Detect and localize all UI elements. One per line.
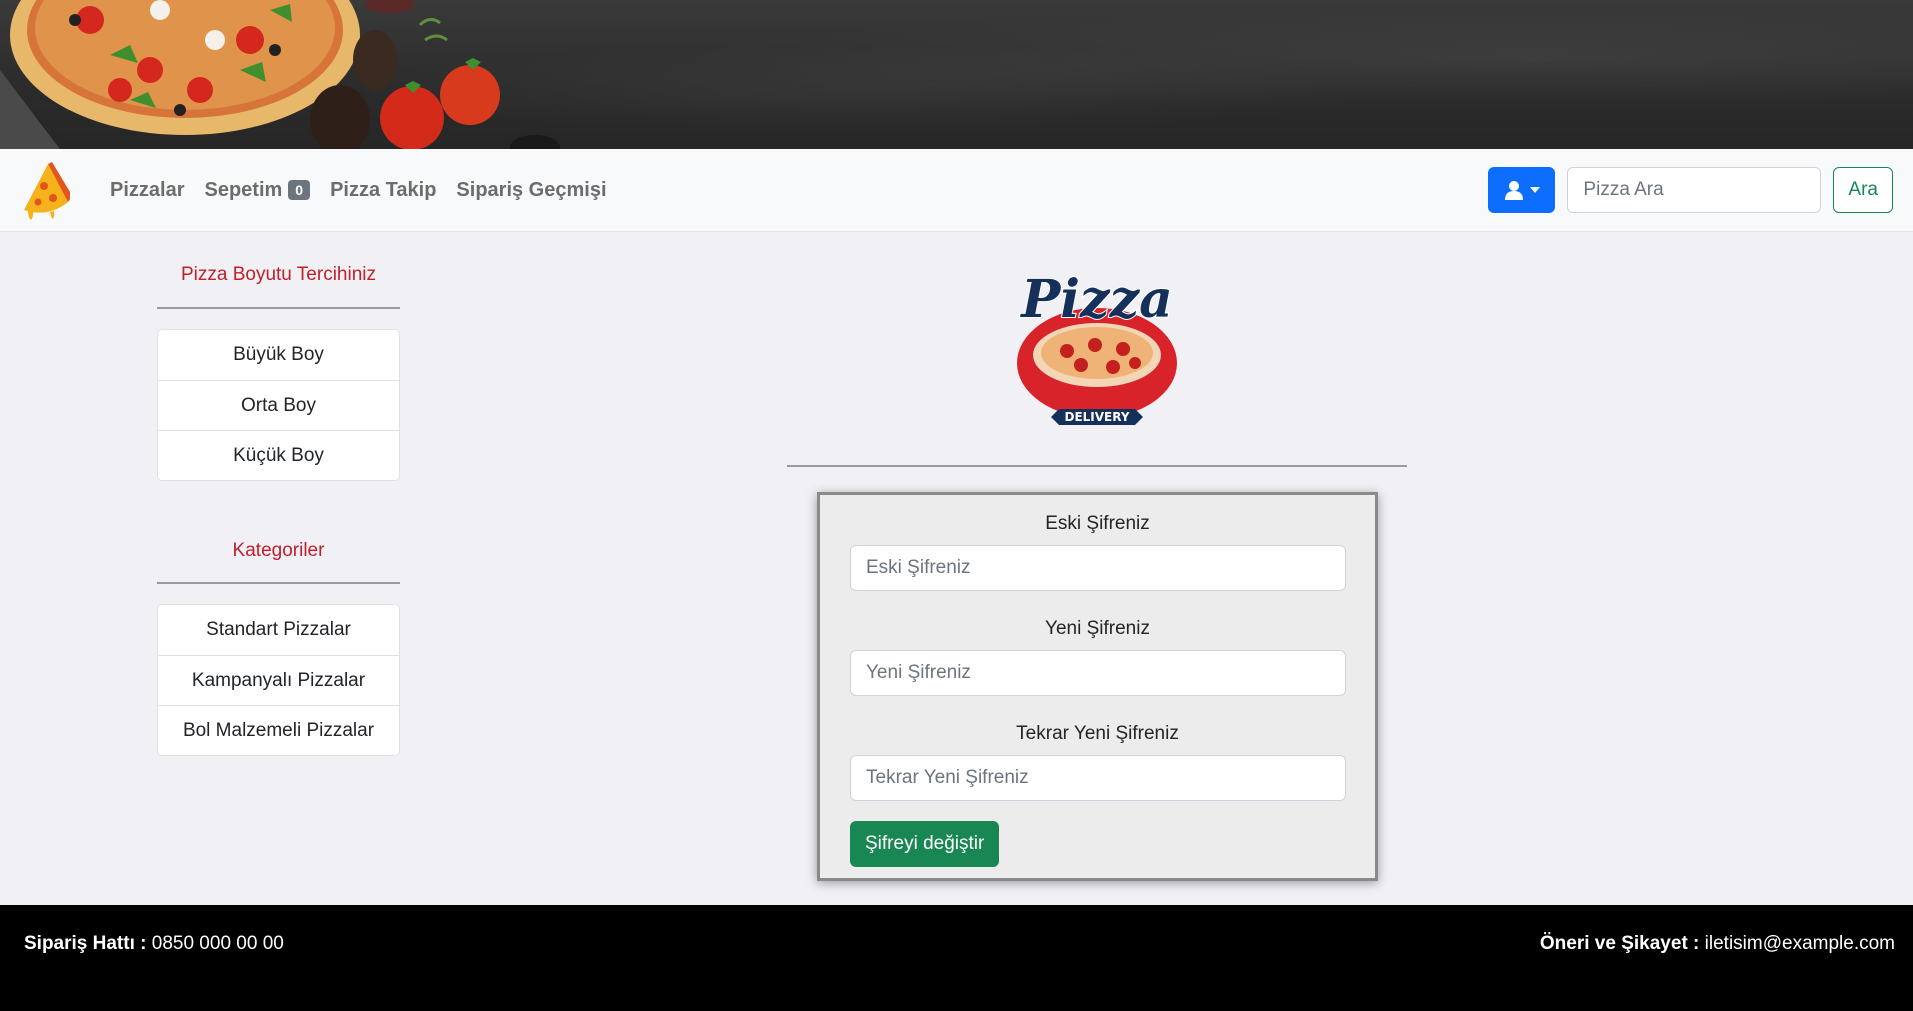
change-password-button[interactable]: Şifreyi değiştir [850,821,1000,867]
pizza-slice-logo[interactable] [20,160,70,220]
pizza-banner-image [0,0,560,149]
new-password-label: Yeni Şifreniz [1045,618,1150,639]
size-item-buyuk[interactable]: Büyük Boy [158,330,399,380]
logo-title: Pizza [1019,269,1173,330]
pizza-delivery-logo: DELIVERY Pizza [1017,268,1177,425]
order-line-label: Sipariş Hattı : [24,933,147,954]
feedback-contact: Öneri ve Şikayet : iletisim@example.com [1540,933,1895,1011]
caret-down-icon [1529,187,1540,193]
user-icon [1504,181,1523,200]
size-item-kucuk[interactable]: Küçük Boy [158,430,399,480]
nav-link-pizzalar[interactable]: Pizzalar [110,179,184,202]
password-change-card: Eski Şifreniz Yeni Şifreniz Tekrar Yeni … [817,492,1378,881]
main-divider [787,465,1407,467]
footer: Sipariş Hattı : 0850 000 00 00 Öneri ve … [0,905,1913,1011]
feedback-email[interactable]: iletisim@example.com [1705,933,1895,954]
size-item-orta[interactable]: Orta Boy [158,380,399,430]
nav-links: Pizzalar Sepetim 0 Pizza Takip Sipariş G… [110,179,607,202]
nav-link-siparis-gecmisi[interactable]: Sipariş Geçmişi [456,179,606,202]
nav-link-pizza-takip[interactable]: Pizza Takip [330,179,436,202]
logo-tagline: DELIVERY [1064,410,1129,424]
nav-right: Ara [1488,167,1893,213]
new-password-input[interactable] [850,650,1346,696]
feedback-label: Öneri ve Şikayet : [1539,933,1700,954]
hero-banner [0,0,1913,149]
nav-link-sepetim[interactable]: Sepetim 0 [204,178,311,202]
repeat-password-input[interactable] [850,755,1346,801]
repeat-password-label: Tekrar Yeni Şifreniz [1016,723,1179,744]
size-preference-heading: Pizza Boyutu Tercihiniz [157,232,400,309]
category-item-standart[interactable]: Standart Pizzalar [158,605,399,655]
categories-heading: Kategoriler [157,528,400,584]
cart-count-badge: 0 [288,180,311,200]
size-list: Büyük Boy Orta Boy Küçük Boy [157,329,400,481]
nav-link-sepetim-label: Sepetim [204,178,283,201]
order-line: Sipariş Hattı : 0850 000 00 00 [24,933,284,1011]
category-item-bol-malzemeli[interactable]: Bol Malzemeli Pizzalar [158,705,399,755]
user-menu-button[interactable] [1488,167,1556,213]
sidebar: Pizza Boyutu Tercihiniz Büyük Boy Orta B… [157,232,400,756]
category-list: Standart Pizzalar Kampanyalı Pizzalar Bo… [157,604,400,756]
pizza-search-input[interactable] [1567,167,1822,213]
navbar: Pizzalar Sepetim 0 Pizza Takip Sipariş G… [0,149,1913,232]
old-password-label: Eski Şifreniz [1045,513,1150,534]
category-item-kampanyali[interactable]: Kampanyalı Pizzalar [158,655,399,705]
order-line-phone: 0850 000 00 00 [151,933,284,954]
old-password-input[interactable] [850,545,1346,591]
search-button[interactable]: Ara [1833,167,1893,213]
